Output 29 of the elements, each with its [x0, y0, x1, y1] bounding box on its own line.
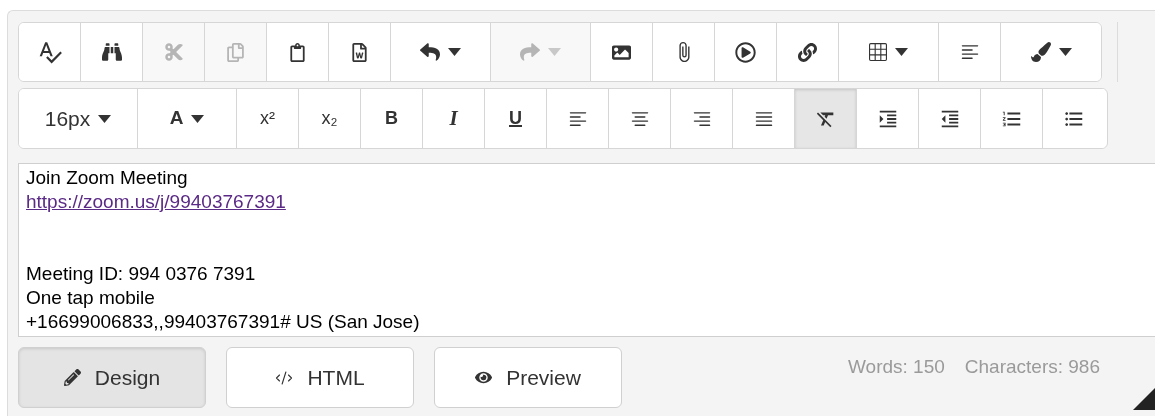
clipboard-icon [288, 42, 307, 62]
scissors-icon [163, 42, 184, 62]
brush-icon [1030, 42, 1051, 62]
word-count: Words: 150 [848, 355, 945, 379]
image-icon [612, 42, 631, 62]
meeting-link[interactable]: https://zoom.us/j/99403767391 [26, 191, 286, 212]
link-icon [798, 42, 817, 62]
binoculars-icon [101, 42, 122, 62]
redo-icon [520, 42, 540, 62]
mode-tab[interactable]: Preview [434, 347, 622, 408]
eye-icon [475, 369, 493, 386]
grid-icon [869, 43, 887, 61]
editor-text-line: Meeting ID: 994 0376 7391 [26, 263, 256, 284]
editor-text-line: One tap mobile [26, 287, 155, 308]
editor-area[interactable]: Join Zoom Meeting https://zoom.us/j/99403767391 Meeting ID: 994 0376 7391 One tap mobile +16699006833,,99403767391# US (San Jose) [18, 163, 1155, 337]
undo-icon [420, 42, 440, 62]
mode-tab[interactable]: Design [18, 347, 206, 408]
font-size-select[interactable]: 16px [19, 89, 138, 148]
toolbar-button[interactable] [19, 23, 81, 81]
resize-handle-icon[interactable] [1133, 388, 1155, 410]
copy-icon [226, 42, 245, 62]
pencil-icon [63, 369, 81, 386]
editor-text-line: +16699006833,,99403767391# US (San Jose) [26, 311, 420, 332]
play-icon [735, 41, 756, 63]
mode-tab[interactable]: HTML [226, 347, 414, 408]
code-icon [275, 368, 294, 387]
editor-text-line: Join Zoom Meeting [26, 167, 188, 188]
character-count: Characters: 986 [964, 355, 1100, 379]
word-document-icon [350, 42, 369, 62]
